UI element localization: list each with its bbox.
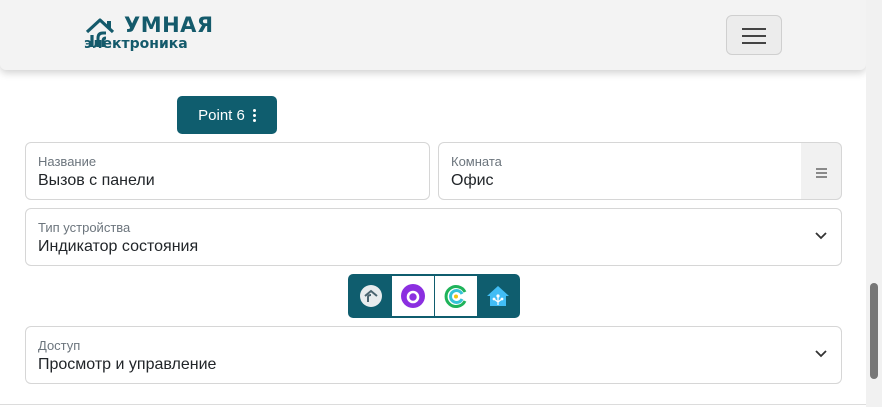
divider bbox=[0, 404, 866, 405]
device-type-label: Тип устройства bbox=[38, 220, 131, 235]
integration-toggle-group bbox=[348, 274, 520, 318]
vertical-dots-icon bbox=[252, 108, 256, 122]
brand-logo[interactable]: УМНАЯ электроника bbox=[84, 14, 214, 54]
brand-line-1: УМНАЯ bbox=[124, 13, 214, 37]
list-icon bbox=[816, 176, 827, 178]
hamburger-menu-icon bbox=[742, 35, 766, 37]
integration-toggle-salute[interactable] bbox=[435, 276, 477, 316]
room-field[interactable]: Комната Офис bbox=[438, 142, 802, 200]
access-value: Просмотр и управление bbox=[38, 356, 217, 373]
device-type-select[interactable]: Тип устройства Индикатор состояния bbox=[25, 208, 842, 266]
brand-line-2: электроника bbox=[84, 36, 188, 52]
custom-home-icon bbox=[360, 285, 382, 307]
page-scrollbar[interactable] bbox=[866, 0, 882, 407]
page: УМНАЯ электроника Point 6 Название Вызов… bbox=[0, 0, 866, 407]
room-picker-button[interactable] bbox=[801, 142, 842, 200]
home-assistant-icon bbox=[487, 286, 509, 306]
point-label: Point 6 bbox=[198, 106, 245, 124]
list-icon bbox=[816, 172, 827, 174]
room-field-value: Офис bbox=[451, 172, 494, 189]
list-icon bbox=[816, 168, 827, 170]
chevron-down-icon bbox=[815, 350, 827, 358]
scrollbar-thumb[interactable] bbox=[870, 283, 878, 379]
hamburger-menu-icon bbox=[742, 28, 766, 30]
access-label: Доступ bbox=[38, 338, 81, 353]
room-field-label: Комната bbox=[451, 154, 502, 169]
name-field-label: Название bbox=[38, 154, 97, 169]
name-field[interactable]: Название Вызов с панели bbox=[25, 142, 430, 200]
hamburger-menu-icon bbox=[742, 42, 766, 44]
point-menu-button[interactable]: Point 6 bbox=[177, 96, 277, 134]
integration-toggle-alice[interactable] bbox=[392, 276, 434, 316]
device-type-value: Индикатор состояния bbox=[38, 238, 199, 255]
chevron-down-icon bbox=[815, 232, 827, 240]
navbar: УМНАЯ электроника bbox=[0, 0, 866, 70]
name-field-value: Вызов с панели bbox=[38, 172, 155, 189]
access-select[interactable]: Доступ Просмотр и управление bbox=[25, 326, 842, 384]
navbar-toggle-button[interactable] bbox=[726, 15, 782, 55]
alice-icon bbox=[401, 284, 425, 308]
integration-toggle-home[interactable] bbox=[350, 276, 392, 316]
integration-toggle-home-assistant[interactable] bbox=[477, 276, 519, 316]
salute-icon bbox=[444, 285, 467, 308]
